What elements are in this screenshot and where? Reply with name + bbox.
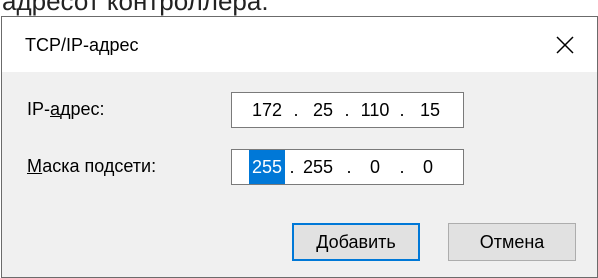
ip-dot-2: . [344, 100, 350, 120]
add-button-label: обавить [328, 232, 396, 252]
mask-octet-4[interactable]: 0 [415, 150, 441, 184]
ip-dot-3: . [399, 100, 405, 120]
ip-address-label: IP-адрес: [27, 98, 105, 120]
title-bar: TCP/IP-адрес [2, 17, 597, 72]
mask-octet-2[interactable]: 255 [298, 150, 338, 184]
ip-address-input[interactable]: 172 . 25 . 110 . 15 [231, 92, 464, 128]
subnet-mask-label-suffix: аска подсети: [42, 156, 157, 176]
subnet-mask-label-accel: М [27, 156, 43, 176]
subnet-mask-input[interactable]: 255 . 255 . 0 . 0 [231, 149, 464, 185]
ip-octet-1[interactable]: 172 [245, 93, 289, 127]
ip-octet-2[interactable]: 25 [305, 93, 341, 127]
dialog-title: TCP/IP-адрес [25, 35, 139, 55]
tcpip-address-dialog: TCP/IP-адрес IP-адрес: 172 . 25 . 110 . … [1, 16, 598, 278]
ip-octet-3[interactable]: 110 [355, 93, 395, 127]
mask-octet-3[interactable]: 0 [362, 150, 388, 184]
ip-octet-4[interactable]: 15 [412, 93, 448, 127]
close-icon [556, 35, 574, 54]
close-button[interactable] [533, 17, 597, 72]
mask-dot-3: . [399, 157, 405, 177]
subnet-mask-label: Маска подсети: [27, 155, 156, 177]
ip-address-label-accel: а [50, 99, 61, 119]
ip-dot-1: . [293, 100, 299, 120]
cancel-button[interactable]: Отмена [448, 223, 576, 261]
ip-address-label-prefix: IP- [27, 99, 51, 119]
add-button-accel: Д [316, 232, 329, 252]
add-button[interactable]: Добавить [292, 223, 420, 261]
mask-dot-1: . [289, 157, 295, 177]
mask-octet-1[interactable]: 255 [249, 150, 285, 184]
ip-address-label-suffix: дрес: [60, 99, 105, 119]
mask-dot-2: . [346, 157, 352, 177]
